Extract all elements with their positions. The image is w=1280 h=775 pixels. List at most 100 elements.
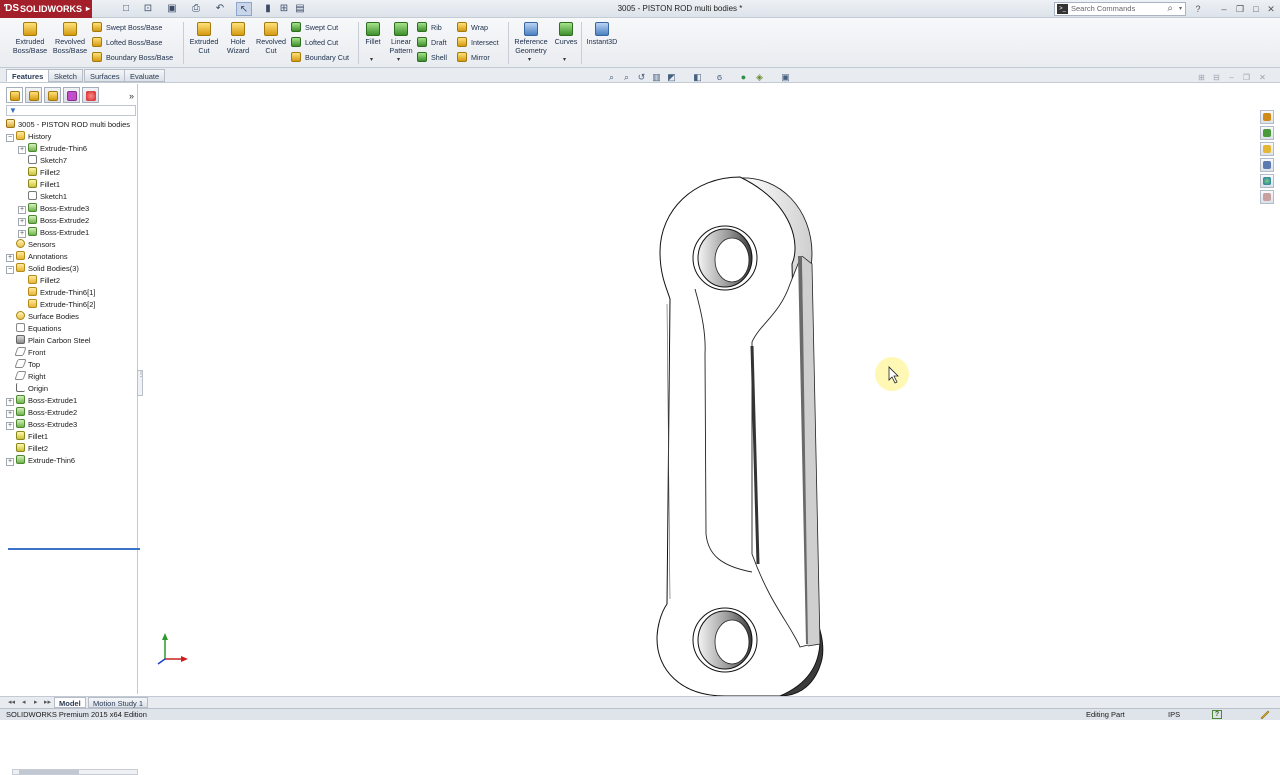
tree-item[interactable]: Sketch7 xyxy=(18,155,67,167)
expand-toggle-icon[interactable]: + xyxy=(18,218,26,226)
tree-item[interactable]: Origin xyxy=(6,383,48,395)
next-tab-arrow-icon[interactable]: ▸ xyxy=(34,698,38,706)
tab-evaluate[interactable]: Evaluate xyxy=(124,69,166,82)
tree-item[interactable]: + Boss-Extrude1 xyxy=(18,227,89,239)
extruded-boss-button[interactable]: Extruded Boss/Base xyxy=(10,22,50,55)
expand-toggle-icon[interactable]: + xyxy=(6,410,14,418)
new-document-icon[interactable]: □ xyxy=(118,2,134,16)
tab-model[interactable]: Model xyxy=(54,697,86,708)
tree-item[interactable]: Fillet2 xyxy=(18,167,60,179)
revolved-boss-button[interactable]: Revolved Boss/Base xyxy=(50,22,90,55)
feature-tree-filter[interactable]: ▼ xyxy=(6,105,136,116)
search-commands-field[interactable]: >_ Search Commands ⌕ ▾ xyxy=(1054,2,1186,16)
swept-boss-button[interactable]: Swept Boss/Base xyxy=(92,22,162,34)
undo-icon[interactable]: ↶ xyxy=(212,2,228,16)
reference-geometry-dropdown-icon[interactable]: ▾ xyxy=(528,56,531,63)
tree-item[interactable]: Plain Carbon Steel xyxy=(6,335,91,347)
tree-item[interactable]: Fillet1 xyxy=(18,179,60,191)
draft-button[interactable]: Draft xyxy=(417,37,447,49)
tree-item[interactable]: Right xyxy=(6,371,46,383)
expand-toggle-icon[interactable]: + xyxy=(18,146,26,154)
help-icon[interactable]: ? xyxy=(1212,710,1222,719)
help-icon[interactable]: ? xyxy=(1192,3,1204,15)
last-tab-arrow-icon[interactable]: ▸▸ xyxy=(44,698,51,706)
search-icon[interactable]: ⌕ xyxy=(1167,3,1173,15)
viewport-restore-icon[interactable]: ❐ xyxy=(1241,73,1252,83)
mirror-button[interactable]: Mirror xyxy=(457,52,490,64)
tree-item[interactable]: − History xyxy=(6,131,51,143)
edit-appearance-icon[interactable]: ● xyxy=(738,72,749,83)
boundary-boss-button[interactable]: Boundary Boss/Base xyxy=(92,52,173,64)
expand-toggle-icon[interactable]: + xyxy=(18,206,26,214)
tree-item[interactable]: + Boss-Extrude1 xyxy=(6,395,77,407)
tree-item[interactable]: Equations xyxy=(6,323,61,335)
file-properties-icon[interactable]: ⊞ xyxy=(276,2,292,16)
tree-item[interactable]: Fillet2 xyxy=(6,443,48,455)
swept-cut-button[interactable]: Swept Cut xyxy=(291,22,338,34)
tree-item[interactable]: + Annotations xyxy=(6,251,68,263)
solidworks-resources-tab[interactable] xyxy=(1260,110,1274,124)
tab-configuration-manager[interactable] xyxy=(44,87,61,103)
tree-item[interactable]: Top xyxy=(6,359,40,371)
shell-button[interactable]: Shell xyxy=(417,52,447,64)
zoom-to-area-icon[interactable]: ⌕ xyxy=(621,72,632,83)
revolved-cut-button[interactable]: Revolved Cut xyxy=(254,22,288,55)
tab-motion-study[interactable]: Motion Study 1 xyxy=(88,697,149,708)
previous-view-icon[interactable]: ↺ xyxy=(636,72,647,83)
extruded-cut-button[interactable]: Extruded Cut xyxy=(186,22,222,55)
expand-toggle-icon[interactable]: + xyxy=(6,398,14,406)
tree-item[interactable]: Extrude-Thin6[2] xyxy=(18,299,95,311)
tree-item[interactable]: Sketch1 xyxy=(18,191,67,203)
tree-item[interactable]: Front xyxy=(6,347,46,359)
save-icon[interactable]: ▣ xyxy=(164,2,180,16)
design-library-tab[interactable] xyxy=(1260,126,1274,140)
tree-item[interactable]: + Extrude-Thin6 xyxy=(6,455,75,467)
tab-features[interactable]: Features xyxy=(6,69,50,82)
view-settings-icon[interactable]: ▣ xyxy=(780,72,791,83)
linear-pattern-button[interactable]: Linear Pattern xyxy=(386,22,416,55)
zoom-to-fit-icon[interactable]: ⌕ xyxy=(606,72,617,83)
wrap-button[interactable]: Wrap xyxy=(457,22,488,34)
tree-horizontal-scrollbar[interactable] xyxy=(12,769,138,775)
expand-toggle-icon[interactable]: + xyxy=(18,230,26,238)
first-tab-arrow-icon[interactable]: ◂◂ xyxy=(8,698,15,706)
collapse-toggle-icon[interactable]: − xyxy=(6,266,14,274)
tab-display-manager[interactable] xyxy=(82,87,99,103)
viewport-minimize-icon[interactable]: – xyxy=(1226,73,1237,83)
maximize-window-icon[interactable]: □ xyxy=(1250,3,1262,15)
tree-item[interactable]: + Boss-Extrude3 xyxy=(6,419,77,431)
tab-property-manager[interactable] xyxy=(25,87,42,103)
expand-panel-icon[interactable]: » xyxy=(129,91,134,101)
tree-item[interactable]: + Boss-Extrude3 xyxy=(18,203,89,215)
view-orientation-icon[interactable]: ◩ xyxy=(666,72,677,83)
rebuild-status-icon[interactable] xyxy=(1260,710,1270,719)
tree-item[interactable]: + Boss-Extrude2 xyxy=(18,215,89,227)
view-palette-tab[interactable] xyxy=(1260,158,1274,172)
tree-item[interactable]: Surface Bodies xyxy=(6,311,79,323)
tree-item[interactable]: Fillet1 xyxy=(6,431,48,443)
chevron-down-icon[interactable]: ▾ xyxy=(1179,3,1182,15)
reference-geometry-button[interactable]: Reference Geometry xyxy=(511,22,551,55)
solidworks-logo[interactable]: ƊS SOLIDWORKS ▸ xyxy=(0,0,92,18)
scrollbar-thumb[interactable] xyxy=(19,770,79,774)
print-icon[interactable]: ⎙ xyxy=(188,2,204,16)
rollback-bar[interactable] xyxy=(8,548,140,550)
tab-dimxpert-manager[interactable] xyxy=(63,87,80,103)
fillet-dropdown-icon[interactable]: ▾ xyxy=(370,56,373,63)
apply-scene-icon[interactable]: ◈ xyxy=(754,72,765,83)
graphics-area[interactable] xyxy=(140,84,1256,697)
options-icon[interactable]: ▤ xyxy=(292,2,308,16)
pattern-dropdown-icon[interactable]: ▾ xyxy=(397,56,400,63)
hole-wizard-button[interactable]: Hole Wizard xyxy=(222,22,254,55)
rib-button[interactable]: Rib xyxy=(417,22,442,34)
prev-tab-arrow-icon[interactable]: ◂ xyxy=(22,698,26,706)
tree-root[interactable]: 3005 - PISTON ROD multi bodies xyxy=(6,119,130,131)
tab-surfaces[interactable]: Surfaces xyxy=(84,69,126,82)
fillet-button[interactable]: Fillet xyxy=(362,22,384,47)
tree-item[interactable]: + Extrude-Thin6 xyxy=(18,143,87,155)
tree-item[interactable]: + Boss-Extrude2 xyxy=(6,407,77,419)
viewport-split-icon[interactable]: ⊟ xyxy=(1211,73,1222,83)
collapse-toggle-icon[interactable]: − xyxy=(6,134,14,142)
instant3d-button[interactable]: Instant3D xyxy=(584,22,620,47)
viewport-close-icon[interactable]: ✕ xyxy=(1257,73,1268,83)
